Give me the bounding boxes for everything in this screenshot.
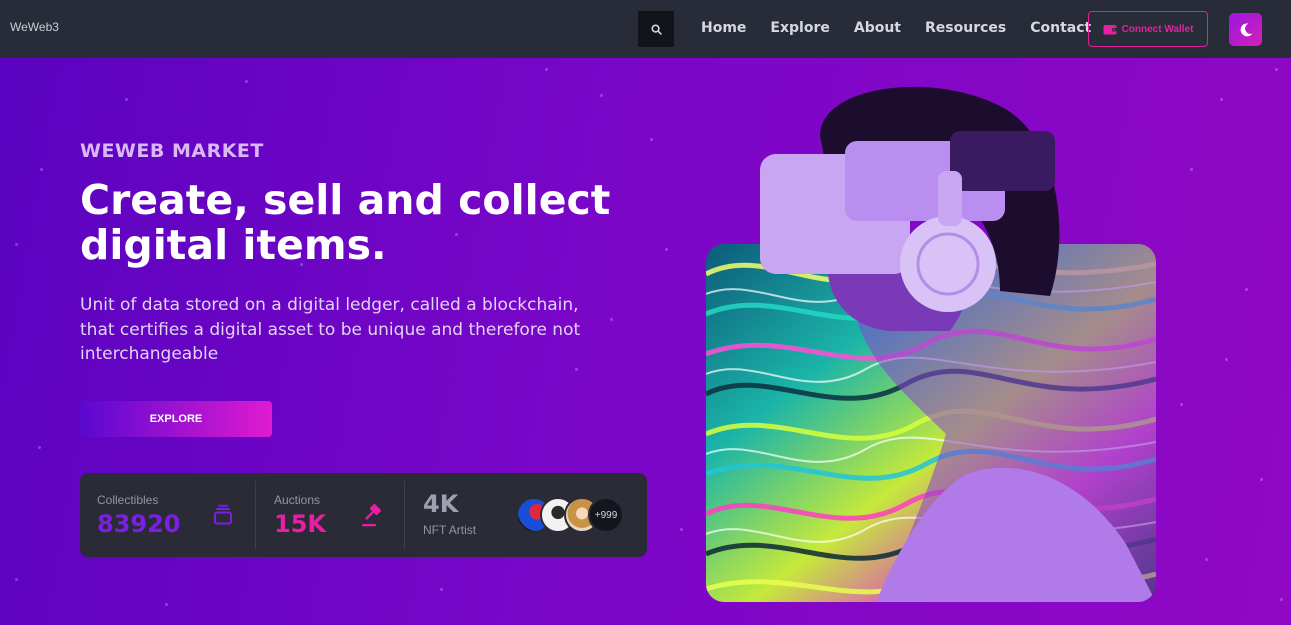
navbar: WeWeb3 Home Explore About Resources Cont…	[0, 0, 1291, 58]
nav-link-resources[interactable]: Resources	[925, 20, 1006, 36]
collectibles-value: 83920	[97, 510, 181, 538]
connect-wallet-label: Connect Wallet	[1121, 23, 1194, 35]
hero-headline: Create, sell and collect digital items.	[80, 176, 611, 269]
stats-card: Collectibles 83920 Auctions 15K 4K NFT A…	[80, 473, 647, 557]
vr-headset-figure	[760, 86, 1060, 331]
nav-link-about[interactable]: About	[854, 20, 901, 36]
more-artists-avatar[interactable]: +999	[588, 497, 624, 533]
brand-logo[interactable]: WeWeb3	[10, 20, 59, 34]
explore-button[interactable]: EXPLORE	[80, 401, 272, 437]
more-artists-count: +999	[594, 509, 618, 521]
artists-value: 4K	[423, 490, 459, 518]
stats-divider	[255, 481, 256, 549]
nav-link-home[interactable]: Home	[701, 20, 746, 36]
gavel-icon	[362, 504, 381, 527]
hero-kicker: WEWEB MARKET	[80, 140, 264, 162]
search-button[interactable]	[638, 11, 674, 47]
hero-description: Unit of data stored on a digital ledger,…	[80, 295, 581, 364]
wallet-icon	[1103, 24, 1117, 34]
nav-links: Home Explore About Resources Contact	[701, 20, 1115, 36]
hero-section: WEWEB MARKET Create, sell and collect di…	[0, 58, 1291, 625]
auctions-label: Auctions	[274, 493, 321, 507]
theme-toggle-button[interactable]	[1229, 13, 1262, 46]
nav-link-contact[interactable]: Contact	[1030, 20, 1091, 36]
layers-icon	[214, 504, 232, 525]
auctions-value: 15K	[274, 510, 326, 538]
nav-link-explore[interactable]: Explore	[770, 20, 829, 36]
search-icon	[650, 23, 662, 35]
connect-wallet-button[interactable]: Connect Wallet	[1088, 11, 1208, 47]
moon-icon	[1240, 22, 1252, 36]
stats-divider	[404, 481, 405, 549]
artists-label: NFT Artist	[423, 523, 477, 537]
collectibles-label: Collectibles	[97, 493, 159, 507]
